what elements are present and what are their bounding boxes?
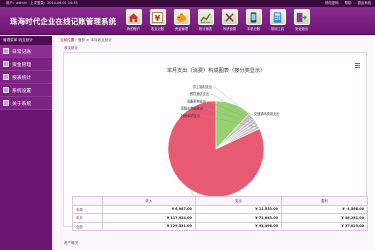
table-header: 盈利 — [280, 196, 369, 206]
app-title: 珠海时代企业在线记账管理系统 — [10, 17, 117, 26]
system-bar: 用户：admin 上次登录：2014-06-01 14:35 修改密码 帮助 退… — [0, 0, 375, 7]
tool-utilities[interactable]: 常用工具 — [266, 9, 289, 34]
toolbar: 我的账户 ¥ 收支记账 资金管理 统计报表 系统设置 手机记账 常用工具 安全退… — [122, 9, 313, 34]
tool-mobile[interactable]: 手机记账 — [242, 9, 265, 34]
tool-label: 常用工具 — [270, 27, 285, 31]
sidebar-item-label: 资金管理 — [12, 62, 32, 68]
folder-icon — [3, 48, 9, 54]
header: 珠海时代企业在线记账管理系统 我的账户 ¥ 收支记账 资金管理 统计报表 系统设… — [0, 7, 375, 35]
profit-cell: ¥ 37,023.00 — [280, 221, 369, 231]
summary-table: 收入 支出 盈利 本周 ¥ 6,987.00 ¥ 11,553.00 ¥ -4,… — [72, 196, 369, 231]
row-label: 全部 — [72, 221, 103, 231]
folder-icon — [3, 87, 9, 93]
tool-my-account[interactable]: 我的账户 — [122, 9, 145, 34]
sidebar-header: 管理菜单 收支统计 — [0, 36, 52, 45]
sidebar-item-label: 报表统计 — [12, 75, 32, 81]
sidebar: 管理菜单 收支统计 日常记账 资金管理 报表统计 系统设置 关于系统 — [0, 36, 52, 250]
home-icon — [128, 12, 139, 22]
profit-cell: ¥ -4,566.00 — [280, 204, 369, 214]
login-info: 用户：admin 上次登录：2014-06-01 14:35 — [6, 1, 78, 5]
expense-cell: ¥ 71,643.00 — [194, 213, 282, 223]
tool-reports[interactable]: 统计报表 — [194, 9, 217, 34]
slice-label: 员工福利支出 — [193, 84, 212, 89]
app-window: 用户：admin 上次登录：2014-06-01 14:35 修改密码 帮助 退… — [0, 0, 375, 250]
breadcrumb-path: 首页 > 本月收支统计 — [77, 38, 113, 42]
folder-icon — [3, 100, 9, 106]
income-cell: ¥ 117,924.00 — [102, 213, 196, 223]
tool-exit[interactable]: 安全退出 — [290, 9, 313, 34]
expense-cell: ¥ 91,498.00 — [194, 221, 282, 231]
tool-settings[interactable]: 系统设置 — [218, 9, 241, 34]
slice-label: 餐饮酒店支出 — [190, 91, 209, 96]
tool-label: 我的账户 — [126, 27, 141, 31]
section-label: 收支统计 — [64, 46, 78, 50]
tool-label: 收支记账 — [150, 27, 165, 31]
sidebar-item-label: 日常记账 — [12, 49, 32, 55]
sidebar-item-label: 关于系统 — [12, 101, 32, 107]
piggy-bank-icon — [176, 13, 187, 22]
income-cell: ¥ 6,987.00 — [102, 204, 196, 214]
table-header: 收入 — [102, 196, 196, 206]
sidebar-item-about[interactable]: 关于系统 — [0, 97, 52, 110]
tools-icon — [225, 12, 234, 22]
tool-label: 资金管理 — [174, 27, 189, 31]
folder-icon — [3, 74, 9, 80]
row-label: 本周 — [72, 204, 103, 214]
table-row: 全部 ¥ 129,521.00 ¥ 91,498.00 ¥ 37,023.00 — [72, 221, 369, 231]
slice-label: 设备采购支出 — [187, 98, 206, 103]
footer-section-label: 资产概况 — [64, 241, 78, 245]
sidebar-item-label: 系统设置 — [12, 88, 32, 94]
help-link[interactable]: 帮助 — [345, 0, 352, 7]
chart-menu-icon[interactable] — [355, 63, 360, 69]
breadcrumb: 当前位置：首页 > 本月收支统计 — [60, 38, 112, 43]
sidebar-item-reports[interactable]: 报表统计 — [0, 71, 52, 84]
income-cell: ¥ 129,521.00 — [102, 221, 196, 231]
tool-label: 手机记账 — [246, 27, 261, 31]
tool-bookkeeping[interactable]: ¥ 收支记账 — [146, 9, 169, 34]
profit-cell: ¥ 46,281.00 — [280, 213, 369, 223]
change-password-link[interactable]: 修改密码 — [325, 0, 339, 7]
sidebar-item-daily[interactable]: 日常记账 — [0, 45, 52, 58]
slice-label: 房租水电费支出 — [181, 106, 203, 111]
table-row: 本月 ¥ 117,924.00 ¥ 71,643.00 ¥ 46,281.00 — [72, 213, 369, 223]
expense-cell: ¥ 11,553.00 — [194, 204, 282, 214]
svg-text:¥: ¥ — [155, 12, 161, 22]
chart-icon — [200, 12, 211, 22]
table-header — [72, 196, 103, 206]
phone-icon — [250, 11, 257, 23]
slice-label: 交通通讯费用支出 — [254, 111, 280, 116]
table-header-row: 收入 支出 盈利 — [72, 196, 369, 206]
exit-icon — [296, 12, 307, 22]
chart-title: 本月支出（消费）构成图表（按分类显示） — [167, 66, 266, 74]
sidebar-item-funds[interactable]: 资金管理 — [0, 58, 52, 71]
table-header: 支出 — [194, 196, 282, 206]
slice-label: 其他杂项支出 — [181, 113, 200, 118]
tool-label: 安全退出 — [294, 27, 309, 31]
yen-icon: ¥ — [152, 11, 163, 23]
tool-label: 系统设置 — [222, 27, 237, 31]
row-label: 本月 — [72, 213, 103, 223]
calculator-icon — [273, 11, 282, 23]
folder-icon — [3, 61, 9, 67]
table-row: 本周 ¥ 6,987.00 ¥ 11,553.00 ¥ -4,566.00 — [72, 204, 369, 214]
logout-link[interactable]: 退出系统 — [357, 0, 371, 7]
sidebar-item-settings[interactable]: 系统设置 — [0, 84, 52, 97]
tool-label: 统计报表 — [198, 27, 213, 31]
tool-funds[interactable]: 资金管理 — [170, 9, 193, 34]
breadcrumb-prefix: 当前位置： — [60, 38, 78, 42]
